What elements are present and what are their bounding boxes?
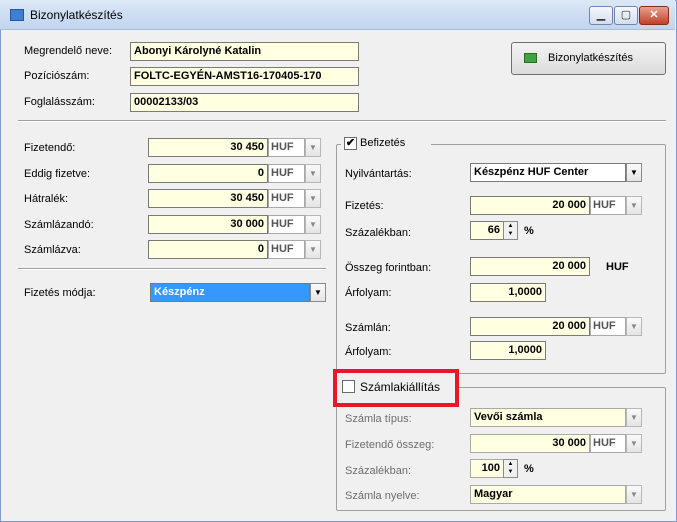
bizonylatkeszites-button-label: Bizonylatkészítés — [548, 52, 633, 64]
nyelv-dropdown[interactable]: ▼ — [626, 485, 642, 504]
megrendelo-label: Megrendelő neve: — [24, 45, 113, 57]
chevron-down-icon: ▼ — [309, 143, 317, 152]
befizetes-checkbox[interactable]: ✔ — [344, 137, 357, 150]
hatralek-label: Hátralék: — [24, 193, 69, 205]
minimize-button[interactable]: ▁ — [589, 6, 613, 25]
nyilv-select[interactable]: Készpénz HUF Center — [470, 163, 626, 182]
szamlazando-currency-dropdown[interactable]: ▼ — [305, 215, 321, 234]
szazalek-label: Százalékban: — [345, 227, 412, 239]
fizmod-dropdown[interactable]: ▼ — [310, 283, 326, 302]
fizosszeg-field[interactable]: 30 000 — [470, 434, 590, 453]
foglalas-field[interactable]: 00002133/03 — [130, 93, 359, 112]
szamlazva-field[interactable]: 0 — [148, 240, 268, 259]
szamlan-field[interactable]: 20 000 — [470, 317, 590, 336]
nyelv-label: Számla nyelve: — [345, 490, 420, 502]
fizetes-currency-dropdown[interactable]: ▼ — [626, 196, 642, 215]
szamla-checkbox[interactable] — [342, 380, 355, 393]
szamla-szazalek-field[interactable]: 100 — [470, 459, 504, 478]
eddig-label: Eddig fizetve: — [24, 168, 91, 180]
money-icon — [524, 53, 537, 63]
befizetes-title: Befizetés — [360, 137, 406, 149]
fizmod-label: Fizetés módja: — [24, 287, 96, 299]
fizetendo-field[interactable]: 30 450 — [148, 138, 268, 157]
szazalek-pct: % — [524, 225, 534, 237]
tipus-dropdown[interactable]: ▼ — [626, 408, 642, 427]
szamla-szazalek-label: Százalékban: — [345, 465, 412, 477]
pozicio-field[interactable]: FOLTC-EGYÉN-AMST16-170405-170 — [130, 67, 359, 86]
hatralek-currency-dropdown[interactable]: ▼ — [305, 189, 321, 208]
spinner-arrows-icon: ▲ ▼ — [507, 461, 514, 475]
fizetendo-currency[interactable]: HUF — [268, 138, 305, 157]
eddig-field[interactable]: 0 — [148, 164, 268, 183]
chevron-down-icon: ▼ — [630, 490, 638, 499]
osszeg-label: Összeg forintban: — [345, 262, 432, 274]
fizosszeg-label: Fizetendő összeg: — [345, 439, 435, 451]
pozicio-label: Pozíciószám: — [24, 70, 90, 82]
fizosszeg-currency-dropdown[interactable]: ▼ — [626, 434, 642, 453]
szamla-szazalek-spinner[interactable]: ▲ ▼ — [503, 459, 518, 478]
nyilv-dropdown[interactable]: ▼ — [626, 163, 642, 182]
fizetes-currency[interactable]: HUF — [590, 196, 626, 215]
chevron-down-icon: ▼ — [630, 413, 638, 422]
window-title: Bizonylatkészítés — [30, 8, 123, 22]
szamlazando-currency[interactable]: HUF — [268, 215, 305, 234]
fizosszeg-currency[interactable]: HUF — [590, 434, 626, 453]
app-icon — [10, 9, 24, 21]
arfolyam2-field[interactable]: 1,0000 — [470, 341, 546, 360]
megrendelo-field[interactable]: Abonyi Károlyné Katalin — [130, 42, 359, 61]
chevron-down-icon: ▼ — [630, 168, 638, 177]
szamlazva-label: Számlázva: — [24, 244, 81, 256]
hatralek-field[interactable]: 30 450 — [148, 189, 268, 208]
szamlan-currency[interactable]: HUF — [590, 317, 626, 336]
nyelv-field[interactable]: Magyar — [470, 485, 626, 504]
osszeg-field[interactable]: 20 000 — [470, 257, 590, 276]
bizonylatkeszites-button[interactable]: Bizonylatkészítés — [511, 42, 666, 75]
chevron-down-icon: ▼ — [309, 169, 317, 178]
eddig-currency[interactable]: HUF — [268, 164, 305, 183]
left-divider — [18, 268, 326, 270]
szamlan-currency-dropdown[interactable]: ▼ — [626, 317, 642, 336]
chevron-down-icon: ▼ — [630, 322, 638, 331]
szamla-title: Számlakiállítás — [360, 380, 441, 394]
maximize-button[interactable]: ▢ — [614, 6, 638, 25]
tipus-field[interactable]: Vevői számla — [470, 408, 626, 427]
tipus-label: Számla típus: — [345, 413, 412, 425]
chevron-down-icon: ▼ — [309, 245, 317, 254]
chevron-down-icon: ▼ — [314, 288, 322, 297]
szamla-szazalek-pct: % — [524, 463, 534, 475]
close-button[interactable]: ✕ — [639, 6, 669, 25]
fizetes-label: Fizetés: — [345, 200, 384, 212]
szazalek-spinner[interactable]: ▲ ▼ — [503, 221, 518, 240]
foglalas-label: Foglalásszám: — [24, 96, 95, 108]
szamlazando-label: Számlázandó: — [24, 219, 94, 231]
eddig-currency-dropdown[interactable]: ▼ — [305, 164, 321, 183]
maximize-icon: ▢ — [620, 9, 632, 21]
chevron-down-icon: ▼ — [630, 201, 638, 210]
szamlazva-currency-dropdown[interactable]: ▼ — [305, 240, 321, 259]
fizetendo-label: Fizetendő: — [24, 142, 76, 154]
szamlazva-currency[interactable]: HUF — [268, 240, 305, 259]
arfolyam2-label: Árfolyam: — [345, 346, 392, 358]
minimize-icon: ▁ — [596, 9, 606, 21]
szazalek-field[interactable]: 66 — [470, 221, 504, 240]
chevron-down-icon: ▼ — [309, 194, 317, 203]
spinner-arrows-icon: ▲ ▼ — [507, 223, 514, 237]
fizetes-field[interactable]: 20 000 — [470, 196, 590, 215]
close-icon: ✕ — [649, 9, 659, 21]
fizetendo-currency-dropdown[interactable]: ▼ — [305, 138, 321, 157]
hatralek-currency[interactable]: HUF — [268, 189, 305, 208]
fizmod-select[interactable]: Készpénz — [150, 283, 310, 302]
header-divider — [18, 120, 666, 122]
chevron-down-icon: ▼ — [309, 220, 317, 229]
osszeg-currency-label: HUF — [606, 261, 629, 273]
chevron-down-icon: ▼ — [630, 439, 638, 448]
szamlazando-field[interactable]: 30 000 — [148, 215, 268, 234]
arfolyam1-label: Árfolyam: — [345, 287, 392, 299]
arfolyam1-field[interactable]: 1,0000 — [470, 283, 546, 302]
szamlan-label: Számlán: — [345, 322, 391, 334]
nyilv-label: Nyilvántartás: — [345, 168, 412, 180]
